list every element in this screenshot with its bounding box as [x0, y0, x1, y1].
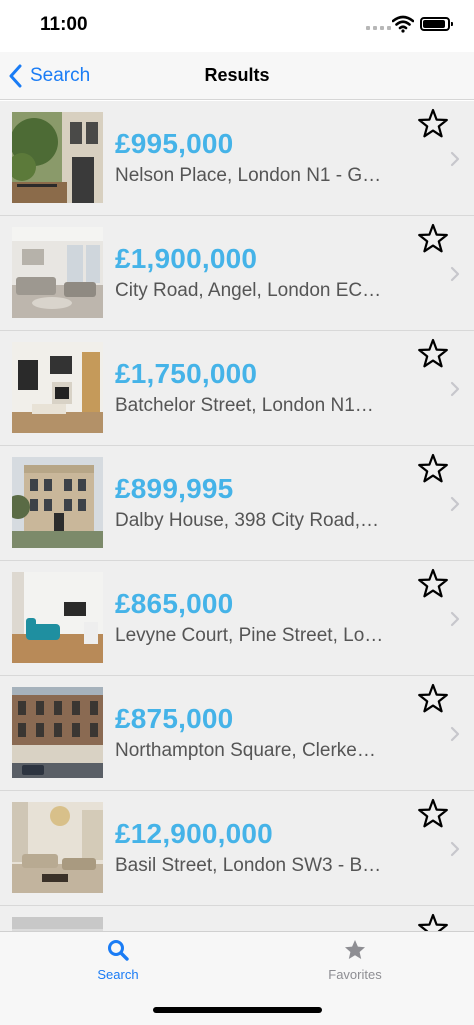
property-photo [12, 457, 103, 548]
battery-icon [420, 17, 453, 31]
listing-row[interactable]: £12,900,000 Basil Street, London SW3 - B… [0, 791, 474, 906]
page-title: Results [204, 65, 270, 85]
listing-price: £899,995 [115, 473, 234, 504]
property-photo [12, 342, 103, 433]
listing-title: Basil Street, London SW3 - B… [115, 855, 382, 876]
listing-price: £12,900,000 [115, 818, 273, 849]
star-outline-icon [416, 338, 450, 375]
property-photo [12, 802, 103, 893]
star-outline-icon [416, 798, 450, 835]
star-outline-icon [416, 108, 450, 145]
chevron-right-icon [450, 726, 460, 742]
favorite-star-button[interactable] [416, 567, 450, 601]
search-icon [108, 940, 129, 961]
chevron-right-icon [450, 496, 460, 512]
tab-favorites[interactable]: Favorites [295, 938, 415, 990]
listing-row[interactable]: £865,000 Levyne Court, Pine Street, Lo… [0, 561, 474, 676]
listing-price: £865,000 [115, 588, 234, 619]
listing-title: Dalby House, 398 City Road,… [115, 510, 380, 531]
listing-title: City Road, Angel, London EC… [115, 280, 382, 301]
home-indicator [153, 1007, 322, 1013]
listing-row[interactable]: £1,750,000 Batchelor Street, London N1… [0, 331, 474, 446]
star-outline-icon [416, 568, 450, 605]
favorite-star-button[interactable] [416, 682, 450, 716]
property-photo [12, 687, 103, 778]
property-photo [12, 227, 103, 318]
listing-row[interactable]: £899,995 Dalby House, 398 City Road,… [0, 446, 474, 561]
listing-row[interactable]: £1,900,000 City Road, Angel, London EC… [0, 216, 474, 331]
listing-row[interactable]: £995,000 Nelson Place, London N1 - G… [0, 101, 474, 216]
star-icon [345, 940, 365, 959]
listing-title: Batchelor Street, London N1… [115, 395, 374, 416]
favorite-star-button[interactable] [416, 912, 450, 931]
favorite-star-button[interactable] [416, 222, 450, 256]
listing-title: Northampton Square, Clerke… [115, 740, 376, 761]
chevron-right-icon [450, 381, 460, 397]
chevron-right-icon [450, 266, 460, 282]
listing-price: £1,750,000 [115, 358, 258, 389]
chevron-right-icon [450, 151, 460, 167]
favorite-star-button[interactable] [416, 107, 450, 141]
star-outline-icon [416, 223, 450, 260]
favorite-star-button[interactable] [416, 797, 450, 831]
listing-price: £875,000 [115, 703, 234, 734]
listing-title: Nelson Place, London N1 - G… [115, 165, 382, 186]
wifi-icon [392, 15, 414, 33]
tab-search-label: Search [97, 967, 139, 982]
status-time: 11:00 [40, 14, 88, 35]
tab-search[interactable]: Search [58, 938, 178, 990]
listing-title: Levyne Court, Pine Street, Lo… [115, 625, 384, 646]
tab-favorites-label: Favorites [328, 967, 382, 982]
results-list[interactable]: £995,000 Nelson Place, London N1 - G… £1,9… [0, 101, 474, 931]
favorite-star-button[interactable] [416, 452, 450, 486]
status-bar: 11:00 [0, 0, 474, 52]
navigation-bar: Search Results [0, 52, 474, 100]
listing-price: £995,000 [115, 128, 234, 159]
listing-row[interactable] [0, 906, 474, 931]
property-photo [12, 572, 103, 663]
listing-row[interactable]: £875,000 Northampton Square, Clerke… [0, 676, 474, 791]
favorite-star-button[interactable] [416, 337, 450, 371]
property-photo [12, 112, 103, 203]
cellular-signal-icon [366, 26, 391, 30]
property-photo [12, 917, 103, 931]
listing-price: £1,900,000 [115, 243, 258, 274]
star-outline-icon [416, 453, 450, 490]
star-outline-icon [416, 683, 450, 720]
chevron-right-icon [450, 841, 460, 857]
chevron-right-icon [450, 611, 460, 627]
results-screen: 11:00 Search Results £995,000 Nelson Plac… [0, 0, 474, 1025]
